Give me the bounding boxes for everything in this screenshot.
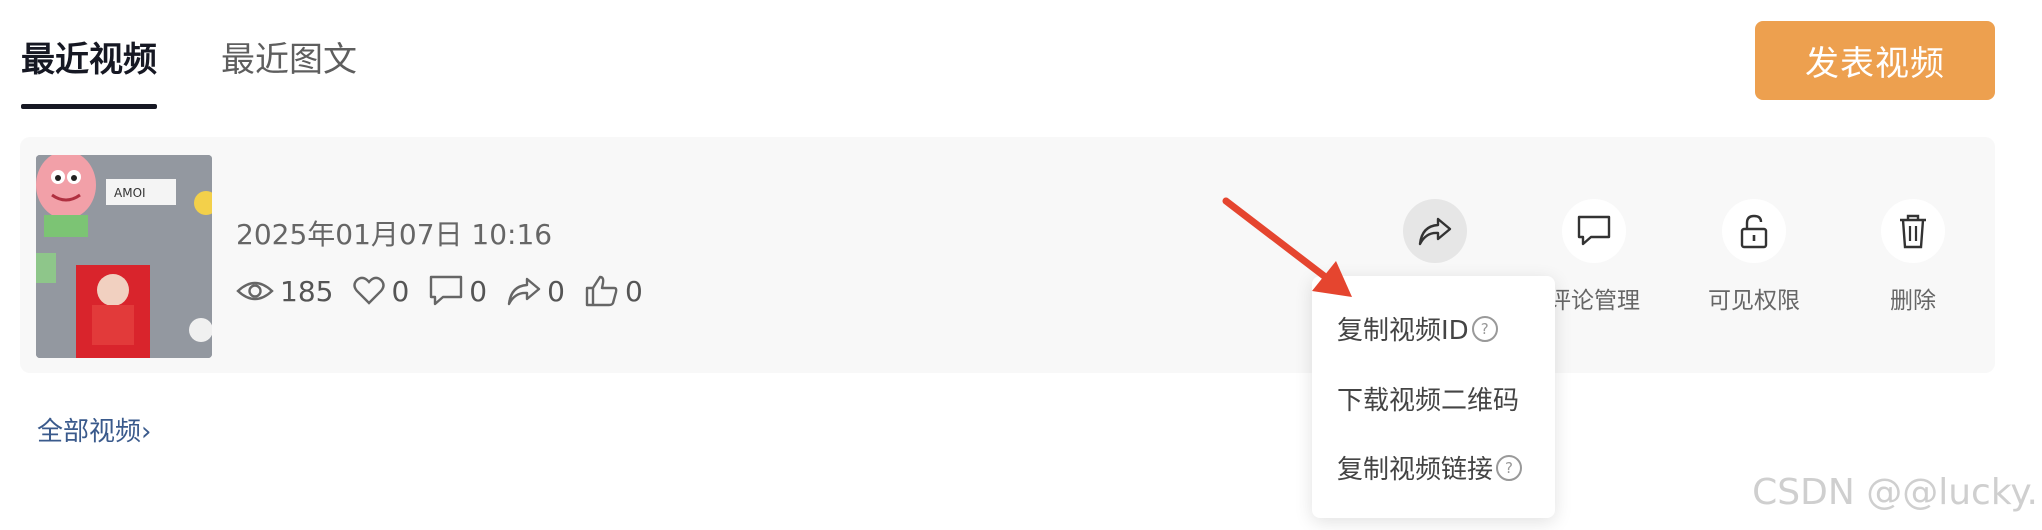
views-stat: 185 [236,275,333,308]
trash-icon [1900,214,1926,249]
visibility-button[interactable] [1722,199,1786,263]
thumbs-up-stat: 0 [585,275,643,308]
all-videos-label: 全部视频 [37,417,142,447]
watermark: CSDN @@lucky. [1752,472,2038,513]
video-thumbnail[interactable]: AMOI [36,155,212,358]
menu-item-download-qrcode[interactable]: 下载视频二维码 [1337,380,1519,417]
publish-datetime: 2025年01月07日 10:16 [236,218,553,251]
shares-count: 0 [547,274,565,308]
eye-icon [236,281,274,301]
heart-icon [353,276,386,305]
share-button[interactable] [1403,199,1467,263]
comment-management-action[interactable]: 评论管理 [1539,199,1649,315]
help-icon[interactable]: ? [1471,315,1498,342]
video-card: AMOI 2025年01月07日 10:16 185 0 0 0 0 评论管理 … [20,137,1995,373]
comments-count: 0 [469,274,488,308]
menu-item-copy-video-link[interactable]: 复制视频链接 ? [1337,449,1523,486]
menu-item-label: 下载视频二维码 [1337,386,1520,416]
delete-action[interactable]: 删除 [1858,199,1968,315]
comment-icon [430,275,463,306]
publish-video-button[interactable]: 发表视频 [1755,21,1995,100]
share-dropdown-menu: 复制视频ID ? 下载视频二维码 复制视频链接 ? [1312,276,1555,518]
comments-stat: 0 [429,275,487,308]
video-stats: 185 0 0 0 0 [236,271,663,311]
menu-item-copy-video-id[interactable]: 复制视频ID ? [1337,310,1498,347]
active-tab-indicator [21,104,157,109]
tab-recent-posts[interactable]: 最近图文 [221,30,357,90]
thumbs-up-icon [585,275,618,307]
likes-stat: 0 [353,275,409,308]
thumbs-up-count: 0 [624,274,643,308]
menu-item-label: 复制视频ID [1337,316,1469,346]
shares-stat: 0 [507,275,565,308]
views-count: 185 [280,274,334,308]
svg-text:AMOI: AMOI [114,186,146,200]
tab-recent-videos[interactable]: 最近视频 [21,30,157,90]
help-icon[interactable]: ? [1496,454,1523,481]
share-icon [507,277,541,306]
delete-label: 删除 [1890,288,1936,314]
visibility-action[interactable]: 可见权限 [1699,199,1809,315]
annotation-arrow [1222,197,1352,297]
menu-item-label: 复制视频链接 [1337,455,1494,485]
all-videos-link[interactable]: 全部视频› [37,411,151,448]
comment-management-button[interactable] [1562,199,1626,263]
chevron-right-icon: › [141,417,152,447]
lock-icon [1740,214,1768,249]
comment-management-label: 评论管理 [1548,288,1640,314]
comment-icon [1577,215,1611,246]
delete-button[interactable] [1881,199,1945,263]
likes-count: 0 [391,274,410,308]
visibility-label: 可见权限 [1708,288,1800,314]
share-icon [1418,217,1452,246]
share-action[interactable] [1380,199,1490,281]
